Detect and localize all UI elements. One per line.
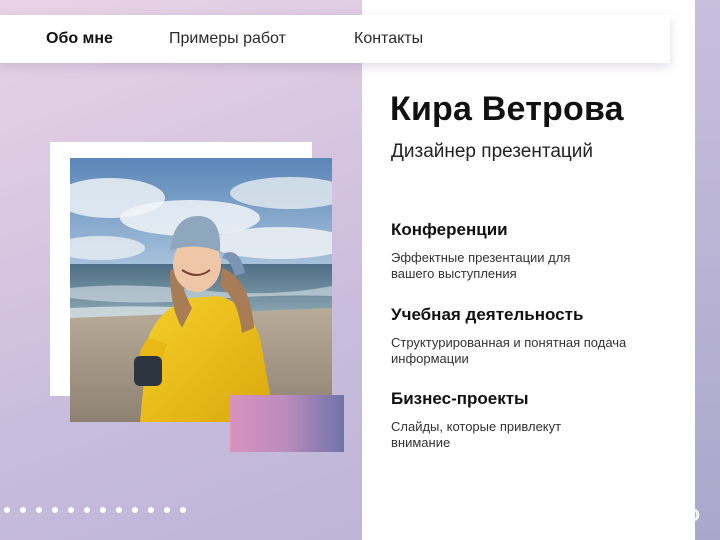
decor-dot	[180, 507, 186, 513]
service-conferences: Конференции Эффектные презентации для ва…	[391, 220, 691, 282]
top-nav: Обо мне Примеры работ Контакты	[0, 15, 670, 63]
decor-dot	[36, 507, 42, 513]
profile-photo	[70, 158, 332, 422]
decor-dot	[52, 507, 58, 513]
service-business: Бизнес-проекты Слайды, которые привлекут…	[391, 389, 691, 451]
nav-item-contacts[interactable]: Контакты	[354, 15, 423, 63]
service-title: Конференции	[391, 220, 508, 239]
service-description: Слайды, которые привлекут внимание	[391, 419, 562, 450]
decor-dot	[164, 507, 170, 513]
service-education: Учебная деятельность Структурированная и…	[391, 305, 691, 367]
decor-dot	[4, 507, 10, 513]
decor-dot	[100, 507, 106, 513]
service-title: Бизнес-проекты	[391, 389, 529, 408]
decor-dots	[4, 505, 186, 515]
person-name: Кира Ветрова	[390, 90, 624, 128]
decor-dot	[148, 507, 154, 513]
decor-dot	[116, 507, 122, 513]
watermark-text: Avito	[646, 501, 701, 526]
nav-item-about[interactable]: Обо мне	[46, 15, 113, 63]
person-role: Дизайнер презентаций	[391, 141, 594, 162]
service-title: Учебная деятельность	[391, 305, 584, 324]
avito-logo-icon	[613, 503, 639, 525]
accent-gradient-square	[230, 395, 344, 452]
service-description: Эффектные презентации для вашего выступл…	[391, 250, 571, 281]
decor-dot	[20, 507, 26, 513]
right-edge-decor	[695, 0, 720, 540]
avito-watermark: Avito	[612, 500, 700, 528]
nav-item-works[interactable]: Примеры работ	[169, 15, 286, 63]
decor-dot	[84, 507, 90, 513]
decor-dot	[132, 507, 138, 513]
service-description: Структурированная и понятная подача инфо…	[391, 335, 627, 366]
decor-dot	[68, 507, 74, 513]
